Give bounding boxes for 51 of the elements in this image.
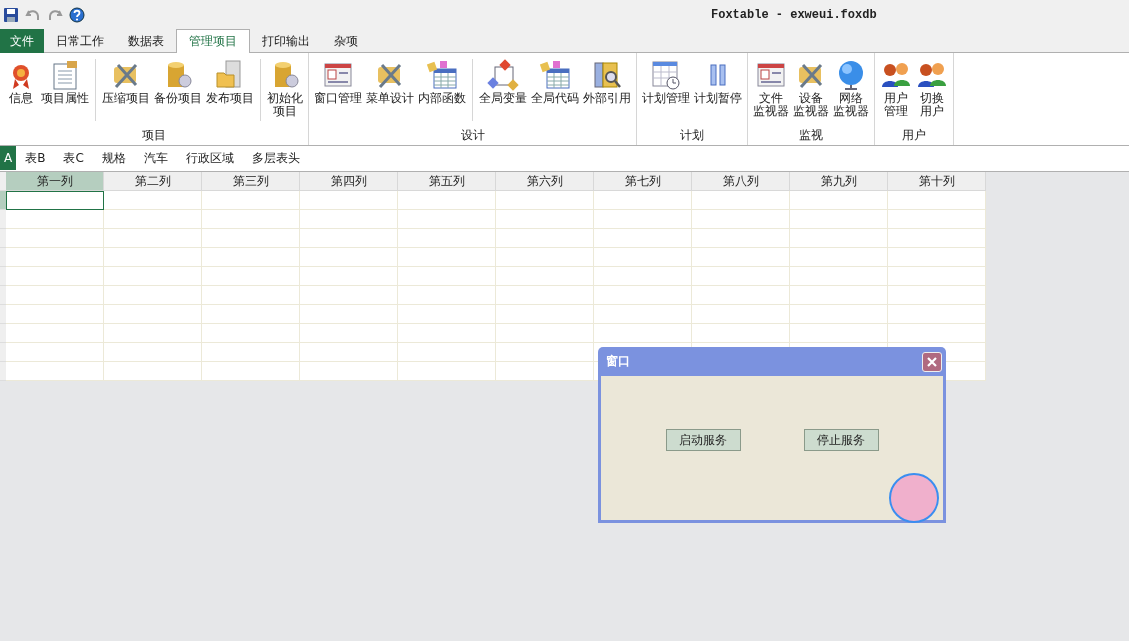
column-header[interactable]: 第七列	[594, 172, 692, 191]
sheet-tab[interactable]: 表B	[16, 146, 55, 170]
ribbon-button[interactable]: 信息	[3, 59, 39, 121]
dialog-title: 窗口	[606, 353, 630, 370]
ribbon-button[interactable]: 文件 监视器	[751, 59, 791, 121]
ribbon-group-label: 设计	[459, 127, 486, 144]
ribbon-group-label: 监视	[798, 127, 824, 144]
sheet-tab[interactable]: 表C	[54, 146, 93, 170]
menu-tab[interactable]: 管理项目	[176, 29, 250, 53]
ribbon-button[interactable]: 全局变量	[477, 59, 529, 121]
ribbon-group-label: 项目	[141, 127, 167, 144]
ribbon-button[interactable]: 用户 管理	[878, 59, 914, 121]
menu-tab[interactable]: 日常工作	[44, 29, 116, 53]
ribbon-button[interactable]: 网络 监视器	[831, 59, 871, 121]
sheet-tab[interactable]: A	[0, 146, 17, 170]
column-header[interactable]: 第八列	[692, 172, 790, 191]
ribbon-button[interactable]: 计划管理	[640, 59, 692, 121]
ribbon-button[interactable]: 内部函数	[416, 59, 468, 121]
ribbon-button[interactable]: 切换 用户	[914, 59, 950, 121]
column-header[interactable]: 第六列	[496, 172, 594, 191]
sheet-tab[interactable]: 规格	[92, 146, 135, 170]
ribbon-button[interactable]: 备份项目	[152, 59, 204, 121]
ribbon-button[interactable]: 菜单设计	[364, 59, 416, 121]
menu-tab[interactable]: 杂项	[322, 29, 370, 53]
column-header[interactable]: 第十列	[888, 172, 986, 191]
ribbon-button[interactable]: 外部引用	[581, 59, 633, 121]
ribbon-button[interactable]: 项目属性	[39, 59, 91, 121]
dialog-button[interactable]: 启动服务	[665, 429, 741, 451]
menu-tab[interactable]: 文件	[0, 29, 44, 53]
ribbon-button[interactable]: 窗口管理	[312, 59, 364, 121]
dialog-button[interactable]: 停止服务	[803, 429, 879, 451]
column-header[interactable]: 第一列	[6, 172, 104, 191]
column-header[interactable]: 第九列	[790, 172, 888, 191]
ribbon-button[interactable]: 发布项目	[204, 59, 256, 121]
sheet-tab[interactable]: 行政区域	[176, 146, 243, 170]
column-header[interactable]: 第三列	[202, 172, 300, 191]
sheet-tab[interactable]: 汽车	[134, 146, 177, 170]
sheet-tab[interactable]: 多层表头	[242, 146, 309, 170]
ribbon-button[interactable]: 初始化 项目	[265, 59, 305, 121]
window-title: Foxtable - exweui.foxdb	[711, 7, 877, 22]
ribbon-group-label: 用户	[901, 127, 927, 144]
ribbon-button[interactable]: 计划暂停	[692, 59, 744, 121]
menu-tab[interactable]: 数据表	[116, 29, 176, 53]
menu-tab[interactable]: 打印输出	[250, 29, 322, 53]
ribbon-group-label: 计划	[679, 127, 705, 144]
ribbon-button[interactable]: 全局代码	[529, 59, 581, 121]
column-header[interactable]: 第五列	[398, 172, 496, 191]
column-header[interactable]: 第四列	[300, 172, 398, 191]
ribbon-button[interactable]: 压缩项目	[100, 59, 152, 121]
ribbon-button[interactable]: 设备 监视器	[791, 59, 831, 121]
column-header[interactable]: 第二列	[104, 172, 202, 191]
